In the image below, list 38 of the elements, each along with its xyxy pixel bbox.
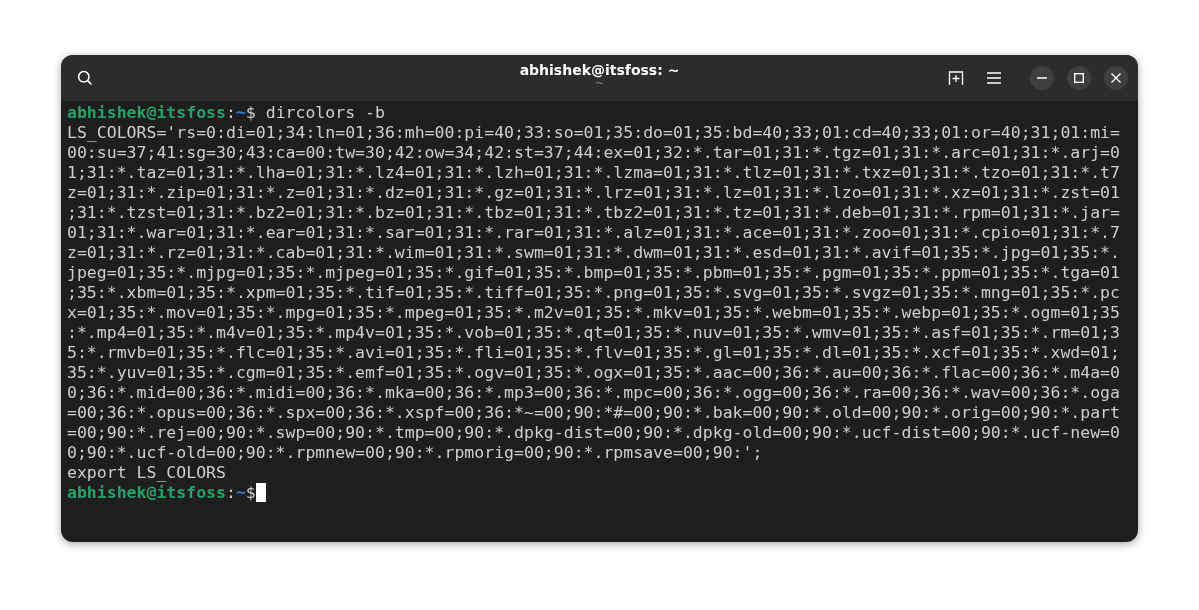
output-line: 01;31:*.war=01;31:*.ear=01;31:*.sar=01;31:*.rar=01;31:*.alz=01;31:*.ace=01;31:*.zoo=01;31:*.cpio=01;31:*.7 [67,223,1120,243]
prompt-symbol: $ [245,103,256,122]
output-line: 0;90:*.ucf-old=00;90:*.rpmnew=00;90:*.rpmorig=00;90:*.rpmsave=00;90:'; [67,443,763,463]
close-button[interactable] [1104,66,1128,90]
prompt-symbol: $ [245,483,256,502]
menu-icon [987,72,1001,84]
new-tab-icon [948,70,964,86]
prompt-path: ~ [235,483,246,502]
prompt-path: ~ [235,103,246,122]
command-text: dircolors -b [264,103,385,122]
output-line: 00:su=37;41:sg=30;43:ca=00:tw=30;42:ow=34;42:st=37;44:ex=01;32:*.tar=01;31:*.tgz=01;31:*.arc=01;31:*.arj=0 [67,143,1120,163]
close-icon [1111,73,1121,83]
output-line: 0;36:*.mid=00;36:*.midi=00;36:*.mka=00;36:*.mp3=00;36:*.mpc=00;36:*.ogg=00;36:*.ra=00;36:*.wav=00;36:*.oga [67,383,1120,403]
output-line: 1;31:*.taz=01;31:*.lha=01;31:*.lz4=01;31:*.lzh=01;31:*.lzma=01;31:*.tlz=01;31:*.txz=01;31:*.tzo=01;31:*.t7 [67,163,1120,183]
output-line: 35:*.yuv=01;35:*.cgm=01;35:*.emf=01;35:*.ogv=01;35:*.ogx=01;35:*.aac=00;36:*.au=00;36:*.flac=00;36:*.m4a=0 [67,363,1120,383]
output-line: z=01;31:*.rz=01;31:*.cab=01;31:*.wim=01;31:*.swm=01;31:*.dwm=01;31:*.esd=01;31:*.avif=01;35:*.jpg=01;35:*. [67,243,1120,263]
prompt-user: abhishek@itsfoss [67,483,226,502]
maximize-icon [1074,73,1084,83]
output-line: :*.mp4=01;35:*.m4v=01;35:*.mp4v=01;35:*.vob=01;35:*.qt=01;35:*.nuv=01;35:*.wmv=01;35:*.asf=01;35:*.rm=01;3 [67,323,1120,343]
output-line: ;31:*.tzst=01;31:*.bz2=01;31:*.bz=01;31:*.tbz=01;31:*.tbz2=01;31:*.tz=01;31:*.deb=01;31:*.rpm=01;31:*.jar= [67,203,1120,223]
window-title: abhishek@itsfoss: ~ [519,62,680,78]
maximize-button[interactable] [1067,66,1091,90]
search-icon [77,70,93,86]
prompt-separator: : [225,103,236,122]
minimize-icon [1037,77,1047,79]
output-line: LS_COLORS='rs=0:di=01;34:ln=01;36:mh=00:pi=40;33:so=01;35:do=01;35:bd=40;33;01:cd=40;33;01:or=40;31;01:mi= [67,123,1120,143]
minimize-button[interactable] [1030,66,1054,90]
window-subtitle: ~ [595,78,604,90]
prompt-user: abhishek@itsfoss [67,103,226,122]
output-line: z=01;31:*.zip=01;31:*.z=01;31:*.dz=01;31:*.gz=01;31:*.lrz=01;31:*.lz=01;31:*.lzo=01;31:*.xz=01;31:*.zst=01 [67,183,1120,203]
output-line: =00;90:*.rej=00;90:*.swp=00;90:*.tmp=00;90:*.dpkg-dist=00;90:*.dpkg-old=00;90:*.ucf-dist=00;90:*.ucf-new=0 [67,423,1120,443]
output-line: =00;36:*.opus=00;36:*.spx=00;36:*.xspf=00;36:*~=00;90:*#=00;90:*.bak=00;90:*.old=00;90:*.orig=00;90:*.part [67,403,1120,423]
output-line: ;35:*.xbm=01;35:*.xpm=01;35:*.tif=01;35:*.tiff=01;35:*.png=01;35:*.svg=01;35:*.svgz=01;35:*.mng=01;35:*.pc [67,283,1120,303]
output-line: export LS_COLORS [67,463,226,483]
output-line: x=01;35:*.mov=01;35:*.mpg=01;35:*.mpeg=01;35:*.m2v=01;35:*.mkv=01;35:*.webm=01;35:*.webp=01;35:*.ogm=01;35 [67,303,1120,323]
output-line: 5:*.rmvb=01;35:*.flc=01;35:*.avi=01;35:*.fli=01;35:*.flv=01;35:*.gl=01;35:*.dl=01;35:*.xcf=01;35:*.xwd=01; [67,343,1120,363]
prompt-separator: : [225,483,236,502]
output-line: jpeg=01;35:*.mjpg=01;35:*.mjpeg=01;35:*.gif=01;35:*.bmp=01;35:*.pbm=01;35:*.pgm=01;35:*.ppm=01;35:*.tga=01 [67,263,1120,283]
